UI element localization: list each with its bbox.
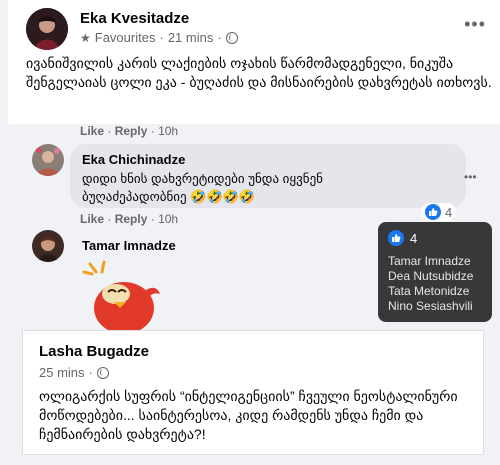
like-link[interactable]: Like	[80, 212, 104, 226]
comment-bubble: Eka Chichinadze დიდი ხნის დახვრეტიდები უ…	[70, 144, 466, 208]
meta-separator: ·	[159, 30, 164, 45]
tooltip-name: Nino Sesiashvili	[388, 299, 473, 313]
commenter-name[interactable]: Tamar Imnadze	[82, 238, 176, 253]
shared-post-author[interactable]: Lasha Bugadze	[39, 343, 149, 360]
meta-separator: ·	[88, 365, 93, 380]
author-avatar[interactable]	[26, 8, 68, 50]
post-body-text: ივანიშვილის კარის ლაქიების ოჯახის წარმომ…	[26, 55, 492, 90]
reactions-tooltip: 4 Tamar Imnadze Dea Nutsubidze Tata Meto…	[378, 222, 492, 322]
tooltip-name: Dea Nutsubidze	[388, 269, 474, 283]
meta-separator: ·	[217, 30, 222, 45]
tooltip-name: Tata Metonidze	[388, 284, 470, 298]
tooltip-names: Tamar Imnadze Dea Nutsubidze Tata Metoni…	[388, 254, 482, 314]
star-icon: ★	[80, 30, 91, 45]
shared-post-text: ოლიგარქის სუფრის “ინტელიგენციის” ჩვეული …	[39, 388, 458, 442]
comment-text: დიდი ხნის დახვრეტიდები უნდა იყვნენ ბუღაძ…	[82, 171, 323, 204]
post-author-name[interactable]: Eka Kvesitadze	[80, 10, 189, 27]
commenter-name[interactable]: Eka Chichinadze	[82, 152, 454, 167]
reaction-count-badge[interactable]: 4	[421, 203, 457, 221]
comment-time[interactable]: 10h	[158, 124, 178, 138]
post-card: Eka Kvesitadze ★ Favourites · 21 mins · …	[8, 0, 500, 128]
post-more-options-button[interactable]: •••	[464, 14, 486, 35]
tooltip-count: 4	[410, 230, 418, 246]
post-audience[interactable]: Favourites	[95, 30, 156, 45]
tooltip-header: 4	[388, 230, 482, 246]
like-reaction-icon	[388, 230, 404, 246]
globe-icon	[96, 366, 109, 379]
shared-post-time[interactable]: 25 mins	[39, 365, 85, 380]
comment-more-options-button[interactable]: •••	[464, 170, 477, 184]
reaction-count: 4	[445, 204, 453, 220]
globe-icon	[225, 31, 238, 44]
reply-link[interactable]: Reply	[115, 212, 148, 226]
post-time[interactable]: 21 mins	[168, 30, 214, 45]
comment-actions: Like · Reply · 10h	[80, 124, 179, 138]
post-meta: ★ Favourites · 21 mins ·	[80, 30, 238, 45]
commenter-avatar[interactable]	[32, 144, 64, 176]
tooltip-name: Tamar Imnadze	[388, 254, 471, 268]
shared-post-card[interactable]: Lasha Bugadze 25 mins · ოლიგარქის სუფრის…	[22, 330, 484, 455]
commenter-avatar[interactable]	[32, 230, 64, 262]
comment-time[interactable]: 10h	[158, 212, 178, 226]
shared-post-meta: 25 mins ·	[39, 365, 109, 380]
sticker-image	[76, 260, 166, 334]
like-link[interactable]: Like	[80, 124, 104, 138]
comment-actions: Like · Reply · 10h	[80, 212, 179, 226]
like-reaction-icon	[425, 204, 441, 220]
reply-link[interactable]: Reply	[115, 124, 148, 138]
